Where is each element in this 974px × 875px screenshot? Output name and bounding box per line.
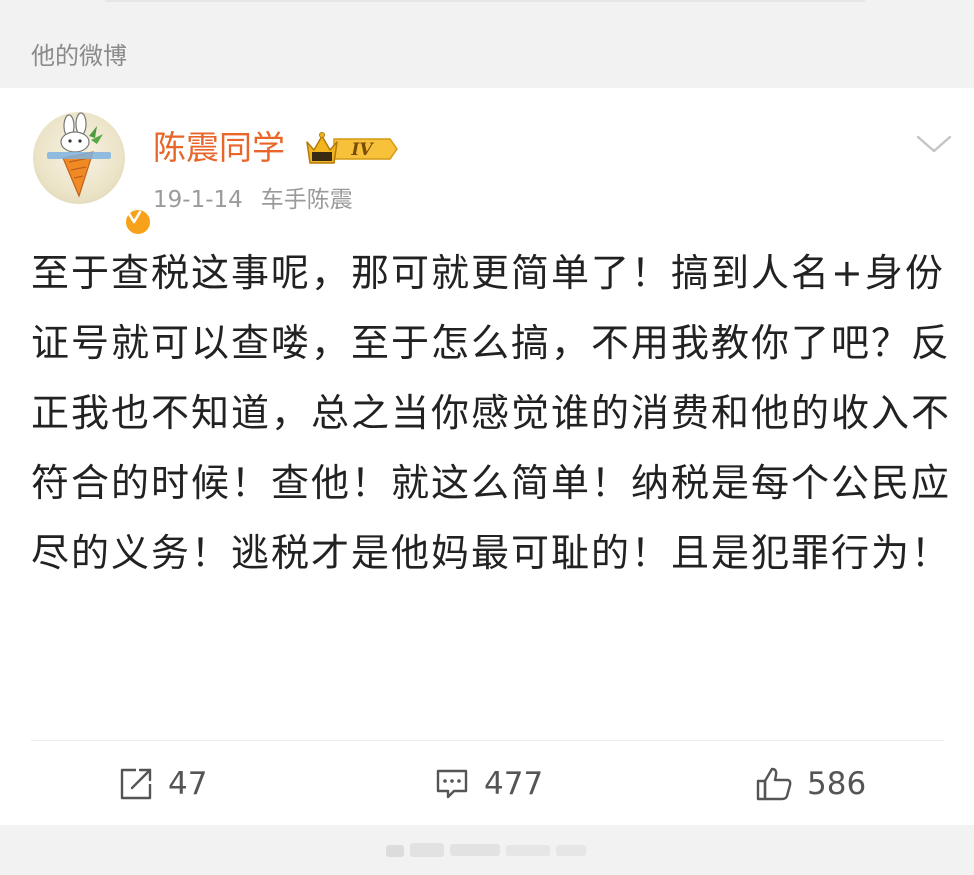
weibo-post-card[interactable]: 陈震同学 IV 19-1-14 车手陈震 至于查税这事呢，那可就更简单了！搞到人名… <box>0 88 974 825</box>
comment-count: 477 <box>484 766 544 802</box>
post-meta: 19-1-14 车手陈震 <box>153 184 353 216</box>
top-strip <box>0 0 974 14</box>
carrot-avatar-icon <box>47 112 111 198</box>
chevron-down-icon[interactable] <box>914 132 954 156</box>
post-date: 19-1-14 <box>153 187 243 213</box>
repost-button[interactable]: 47 <box>118 764 207 804</box>
repost-icon <box>120 768 152 800</box>
thumbs-up-icon <box>756 767 792 801</box>
level-text: IV <box>350 140 374 160</box>
verified-v-icon <box>123 207 153 237</box>
like-count: 586 <box>807 766 867 802</box>
author-name[interactable]: 陈震同学 <box>153 126 285 170</box>
divider <box>31 740 944 741</box>
like-button[interactable]: 586 <box>755 764 866 804</box>
section-header: 他的微博 <box>0 14 974 88</box>
comment-button[interactable]: 477 <box>434 764 543 804</box>
watermark-logo-icon <box>386 843 586 857</box>
comment-icon <box>436 769 468 799</box>
bottom-strip <box>0 825 974 875</box>
section-title: 他的微博 <box>31 42 127 70</box>
previous-card-edge <box>105 0 865 2</box>
avatar[interactable] <box>33 112 153 237</box>
post-source: 车手陈震 <box>260 187 353 213</box>
level-crown-badge-icon[interactable]: IV <box>304 130 399 168</box>
repost-count: 47 <box>168 766 208 802</box>
post-body-text: 至于查税这事呢，那可就更简单了！搞到人名+身份证号就可以查喽，至于怎么搞，不用我… <box>31 251 952 575</box>
